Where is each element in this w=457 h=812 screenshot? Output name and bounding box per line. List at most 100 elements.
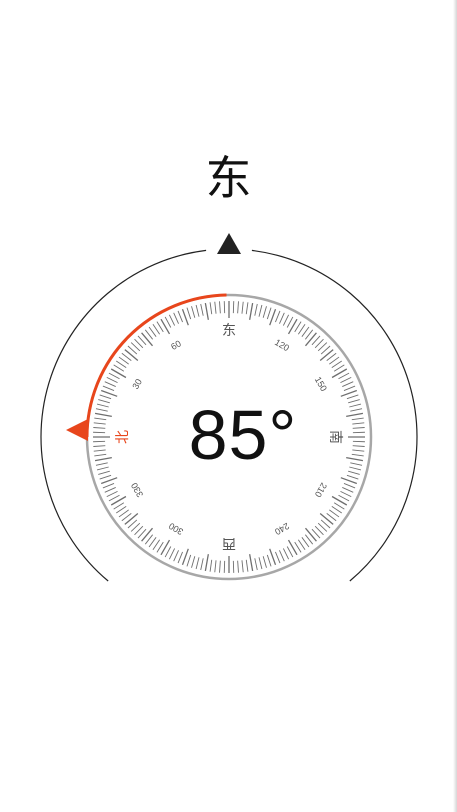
dial-tick xyxy=(342,487,354,493)
dial-tick xyxy=(195,557,200,570)
dial-label: 210 xyxy=(313,481,329,499)
dial-label: 南 xyxy=(327,430,343,444)
dial-tick xyxy=(352,427,365,429)
dial-tick xyxy=(282,314,290,326)
dial-label: 60 xyxy=(169,338,183,352)
dial-tick xyxy=(319,349,334,362)
dial-tick xyxy=(118,356,129,365)
dial-tick xyxy=(214,301,217,314)
dial-tick xyxy=(94,417,107,421)
dial-tick xyxy=(100,477,118,485)
dial-label: 300 xyxy=(167,521,185,537)
dial-tick xyxy=(262,556,267,568)
dial-tick xyxy=(245,302,249,315)
dial-tick xyxy=(348,399,360,404)
dial-tick xyxy=(286,546,294,558)
dial-tick xyxy=(294,541,302,553)
dial-tick xyxy=(254,558,258,571)
dial-tick xyxy=(177,310,183,323)
dial-tick xyxy=(204,302,209,320)
dial-label: 240 xyxy=(273,521,291,537)
dial-tick xyxy=(294,321,302,333)
dial-label: 30 xyxy=(130,377,144,391)
dial-tick xyxy=(340,389,358,397)
dial-tick xyxy=(99,474,112,480)
dial-tick xyxy=(124,512,139,525)
dial-tick xyxy=(258,304,263,317)
dial-tick xyxy=(275,310,281,323)
dial-tick xyxy=(95,462,108,466)
dial-tick xyxy=(349,466,362,471)
dial-tick xyxy=(219,301,221,314)
dial-tick xyxy=(349,403,362,408)
dial-label: 150 xyxy=(313,375,329,393)
dial-tick xyxy=(346,474,359,480)
dial-tick xyxy=(106,490,118,498)
heading-readout: 85° xyxy=(188,396,298,474)
dial-tick xyxy=(258,557,263,570)
dial-tick xyxy=(351,417,364,421)
dial-tick xyxy=(340,477,358,485)
dial-tick xyxy=(141,332,154,347)
dial-tick xyxy=(191,306,196,318)
dial-tick xyxy=(304,332,317,347)
dial-tick xyxy=(141,527,154,542)
dial-tick xyxy=(98,399,110,404)
dial-tick xyxy=(113,502,125,510)
dial-tick xyxy=(102,385,115,391)
dial-tick xyxy=(245,559,249,572)
dial-tick xyxy=(286,316,294,328)
dial-tick xyxy=(304,527,317,542)
dial-tick xyxy=(342,381,354,387)
dial-tick xyxy=(164,316,172,328)
dial-label: 330 xyxy=(129,481,145,499)
dial-tick xyxy=(209,559,213,572)
dial-tick xyxy=(115,505,127,514)
dial-tick xyxy=(249,302,254,320)
dial-label: 北 xyxy=(115,430,131,444)
dial-tick xyxy=(164,546,172,558)
dial-tick xyxy=(94,412,112,417)
dial-tick xyxy=(113,364,125,372)
dial-tick xyxy=(350,462,363,466)
dial-tick xyxy=(148,326,157,337)
screen-edge xyxy=(453,0,457,812)
triangle-left-icon xyxy=(66,419,88,441)
dial-tick xyxy=(96,403,109,408)
dial-tick xyxy=(266,554,272,567)
dial-tick xyxy=(104,381,116,387)
dial-tick xyxy=(200,558,204,571)
dial-tick xyxy=(115,360,127,369)
dial-tick xyxy=(241,301,244,314)
dial-tick xyxy=(275,551,281,564)
dial-tick xyxy=(338,494,350,502)
dial-tick xyxy=(269,548,277,566)
dial-tick xyxy=(249,554,254,572)
compass-screen: 东 东 120 150 南 210 240 西 300 330 北 30 60 85° xyxy=(0,0,457,812)
dial-tick xyxy=(93,427,106,429)
dial-tick xyxy=(343,483,356,489)
dial-tick xyxy=(287,539,298,556)
dial-tick xyxy=(219,560,221,573)
dial-tick xyxy=(99,394,112,400)
dial-tick xyxy=(104,487,116,493)
dial-tick xyxy=(338,372,350,380)
dial-tick xyxy=(186,307,192,320)
dial-tick xyxy=(351,453,364,457)
dial-label: 东 xyxy=(222,323,236,339)
dial-tick xyxy=(301,537,310,548)
dial-tick xyxy=(329,356,340,365)
dial-tick xyxy=(200,303,204,316)
dial-tick xyxy=(100,389,118,397)
dial-tick xyxy=(331,505,343,514)
dial-tick xyxy=(160,539,171,556)
dial-tick xyxy=(148,537,157,548)
dial-tick xyxy=(282,548,290,560)
dial-tick xyxy=(124,349,139,362)
dial-tick xyxy=(331,368,348,379)
dial-tick xyxy=(181,548,189,566)
dial-tick xyxy=(195,304,200,317)
dial-tick xyxy=(352,422,365,425)
dial-tick xyxy=(177,551,183,564)
dial-tick xyxy=(340,490,352,498)
